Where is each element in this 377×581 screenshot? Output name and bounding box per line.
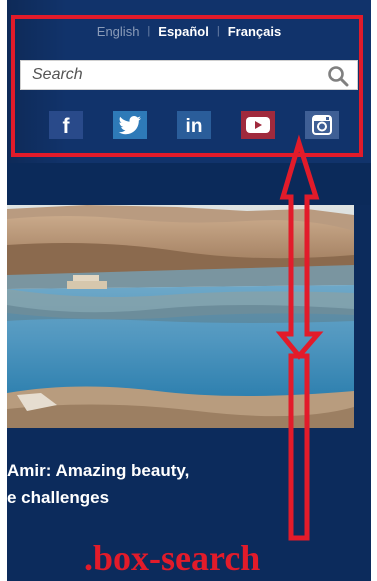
headline-line-1: Amir: Amazing beauty, (7, 461, 190, 480)
headline-line-2: e challenges (7, 488, 110, 507)
article-headline[interactable]: Amir: Amazing beauty, e challenges (7, 457, 347, 511)
page-spacer (7, 163, 371, 205)
annotation-label: .box-search (84, 538, 261, 578)
annotation-box-search-outline (11, 15, 363, 157)
hero-image[interactable] (7, 205, 354, 428)
